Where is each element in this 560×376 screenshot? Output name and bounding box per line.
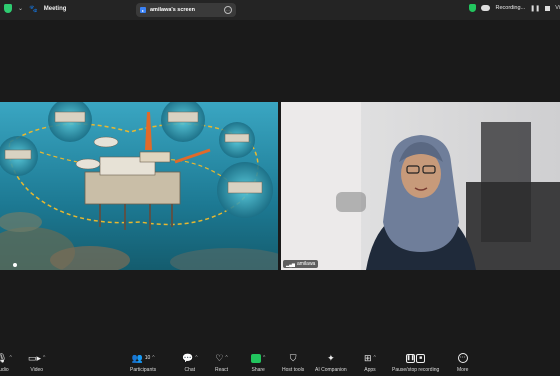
participant-name: amilawa [297,261,316,267]
more-dots-icon: ⋯ [457,353,468,363]
heart-icon: ♡ [215,352,224,363]
meeting-toolbar: 🎙 ^ udio ▭▸ ^ Video 👥 10 ^ Participants 💬 ^ C… [0,346,560,376]
chat-bubble-icon: 💬 [182,352,194,363]
chevron-up-icon[interactable]: ^ [195,355,197,361]
host-tools-button[interactable]: ⛉ Host tools [282,352,305,374]
stop-recording-icon[interactable] [545,5,551,11]
view-options-icon[interactable]: ⋯ [224,6,232,14]
cloud-recording-icon [481,5,491,11]
chevron-up-icon[interactable]: ^ [43,355,45,361]
apps-button[interactable]: ⊞ ^ Apps [364,352,376,374]
offshore-platform-illustration [0,102,278,270]
chevron-up-icon[interactable]: ^ [263,355,265,361]
ai-companion-button[interactable]: ✦ AI Companion [315,352,347,374]
sparkle-icon: ✦ [327,352,335,363]
chevron-up-icon[interactable]: ^ [225,355,227,361]
react-button[interactable]: ♡ ^ React [215,352,229,374]
screen-share-pill[interactable]: ▸ amilawa's screen ⋯ [136,3,236,17]
participant-video[interactable]: ▂▄▆ amilawa [281,102,560,270]
screen-share-label: amilawa's screen [150,7,196,13]
participants-count: 10 [144,355,151,361]
pause-recording-icon[interactable]: ❚❚ [530,5,540,12]
encryption-shield-icon[interactable] [469,4,477,12]
ai-companion-label: AI Companion [315,367,347,373]
security-shield-icon[interactable] [4,4,12,13]
pause-recording-label: Pause/stop recording [392,367,440,373]
people-icon: 👥 [131,352,143,363]
recording-status: Recording... [495,5,526,11]
participants-label: Participants [130,367,157,373]
microphone-icon: 🎙 [0,352,8,363]
pause-stop-recording-button[interactable]: ❚❚ ■ Pause/stop recording [392,352,439,373]
top-left-group: ⌄ 🐾 Meeting [4,4,66,13]
chevron-down-icon[interactable]: ⌄ [18,5,23,12]
more-button[interactable]: ⋯ More [457,352,468,373]
chat-label: Chat [184,367,196,373]
meeting-title[interactable]: Meeting [44,6,67,12]
more-label: More [457,367,469,373]
video-camera-icon: ▭▸ [28,352,42,363]
participants-button[interactable]: 👥 10 ^ Participants [130,352,157,374]
apps-grid-icon: ⊞ [364,352,372,363]
signal-icon: ▂▄▆ [286,261,295,267]
chevron-up-icon[interactable]: ^ [374,355,376,361]
share-label: Share [251,367,265,373]
shield-icon: ⛉ [289,352,297,363]
video-label: Video [30,367,44,373]
react-label: React [215,367,229,373]
host-tools-label: Host tools [282,367,305,373]
paw-icon: 🐾 [29,5,38,13]
participant-name-tag: ▂▄▆ amilawa [283,260,319,268]
participant-video-feed [281,102,560,270]
share-screen-icon [251,353,261,363]
video-button[interactable]: ▭▸ ^ Video [28,352,45,374]
chevron-up-icon[interactable]: ^ [152,355,154,361]
chevron-up-icon[interactable]: ^ [9,355,11,361]
stop-icon[interactable]: ■ [416,353,426,363]
audio-button[interactable]: 🎙 ^ udio [0,352,12,374]
share-button[interactable]: ^ Share [251,352,265,373]
screen-share-icon: ▸ [140,7,146,13]
chat-button[interactable]: 💬 ^ Chat [182,352,198,374]
top-right-group: Recording... ❚❚ Vi [469,4,560,12]
top-bar: ⌄ 🐾 Meeting ▸ amilawa's screen ⋯ Recordi… [0,0,560,20]
shared-screen[interactable] [0,102,278,270]
view-button[interactable]: Vi [555,5,560,11]
pause-icon[interactable]: ❚❚ [406,353,416,363]
apps-label: Apps [364,367,376,373]
audio-label: udio [0,367,9,373]
